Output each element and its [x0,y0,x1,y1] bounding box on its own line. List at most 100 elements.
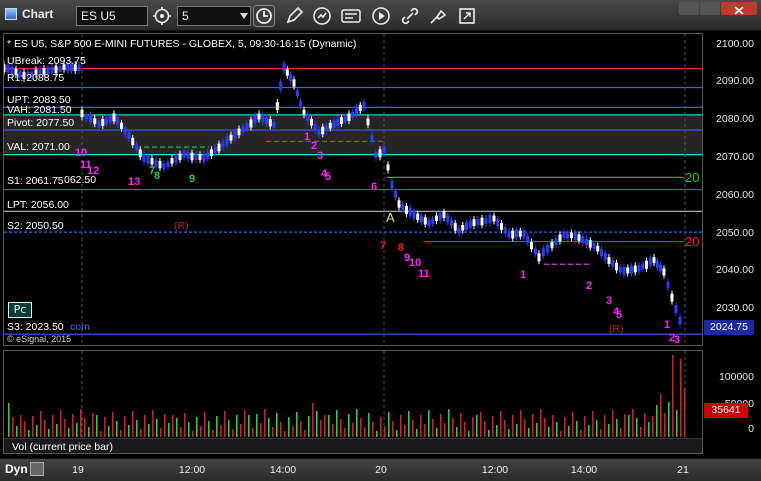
volume-bar [12,417,14,437]
price-axis[interactable]: 2100.00 2090.00 2080.00 2070.00 2060.00 … [703,33,758,346]
sequence-number: 10 [75,147,88,159]
volume-bar [236,415,238,437]
volume-bar [256,414,258,437]
volume-bar [8,403,10,437]
candle-body [581,236,585,244]
symbol-input[interactable]: ES U5 [76,6,148,26]
candle-body [397,200,401,208]
volume-bar [220,425,222,437]
candle-body [515,229,518,238]
candle-body [190,152,194,161]
candle-body [484,218,488,224]
volume-bar [660,394,662,437]
app-icon [5,8,17,20]
volume-bar [604,415,606,437]
volume-bar [632,409,634,437]
r-marker-2: (R) [609,323,624,335]
sequence-number: 8 [154,170,161,182]
candle-body [585,238,588,245]
volume-bar [372,422,374,437]
volume-bar [324,415,326,437]
interval-clock-icon[interactable] [253,5,275,27]
price-tick: 2100.00 [716,38,754,50]
candle-body [652,257,656,264]
volume-bar [356,409,358,437]
candle-body [58,66,62,72]
draw-pencil-icon[interactable] [283,5,305,27]
candle-body [655,260,659,268]
volume-bar [616,419,618,437]
volume-bar [224,411,226,437]
candle-body [186,152,190,159]
volume-bar [436,428,438,437]
volume-bar [120,430,122,437]
price-tick: 2030.00 [716,302,754,314]
volume-bar [560,431,562,437]
symbol-lookup-icon[interactable] [152,6,172,26]
volume-bar [588,425,590,437]
candle-body [511,230,515,239]
sequence-number: 7 [380,240,387,252]
volume-bar [132,411,134,437]
volume-bar [476,415,478,437]
volume-bar [584,416,586,437]
volume-bar [336,410,338,437]
volume-bar [528,428,530,437]
play-icon[interactable] [370,5,392,27]
candle-body [394,190,397,198]
palette-icon[interactable] [427,5,449,27]
level-label-lpt: LPT: 2056.00 [7,199,69,211]
candle-body [194,154,198,161]
candle-body [670,293,674,302]
volume-bar [60,410,62,437]
volume-bar [196,417,198,437]
volume-bar [572,412,574,437]
candle-body [123,127,127,135]
sequence-number: 13 [128,176,141,188]
pc-button[interactable]: Pc [8,302,32,318]
candle-body [457,228,461,234]
volume-bar [520,410,522,437]
interval-value: 5 [182,9,189,23]
volume-bar [376,431,378,437]
volume-bar [480,412,482,437]
minimize-button[interactable] [679,2,699,15]
price-pane[interactable]: * ES U5, S&P 500 E-MINI FUTURES - GLOBEX… [3,33,703,346]
candle-body [550,241,554,249]
volume-bar [536,423,538,437]
volume-bar [272,427,274,437]
volume-bar [68,428,70,437]
volume-bar [464,422,466,437]
r-marker-1: (R) [174,220,189,232]
volume-bar [244,410,246,437]
scale-toggle-button[interactable] [30,462,44,476]
time-axis[interactable]: Dyn 19 12:00 14:00 20 12:00 14:00 21 [0,458,761,481]
refresh-icon[interactable] [311,5,333,27]
volume-bar [592,411,594,437]
volume-bar [348,414,350,437]
volume-bar [656,405,658,437]
link-icon[interactable] [399,5,421,27]
candle-body [442,211,446,219]
sequence-number: 3 [674,334,681,346]
candle-body [662,268,666,276]
volume-bar [468,431,470,437]
volume-bar [628,415,630,437]
volume-bar [500,411,502,437]
volume-bar [644,413,646,437]
chevron-down-icon[interactable] [240,13,248,19]
candle-body [405,206,408,215]
candle-body [4,64,6,73]
volume-bar [620,428,622,437]
volume-bar [488,430,490,437]
candle-body [292,79,296,87]
candle-body [674,305,678,314]
close-button[interactable] [721,2,757,15]
volume-pane[interactable]: Vol (current price bar) [3,350,703,454]
candle-body [245,123,249,130]
volume-bar [512,415,514,437]
volume-bar [568,426,570,437]
toolbar-app-icon[interactable] [340,5,362,27]
restore-button[interactable] [700,2,720,15]
maximize-icon[interactable] [456,5,478,27]
